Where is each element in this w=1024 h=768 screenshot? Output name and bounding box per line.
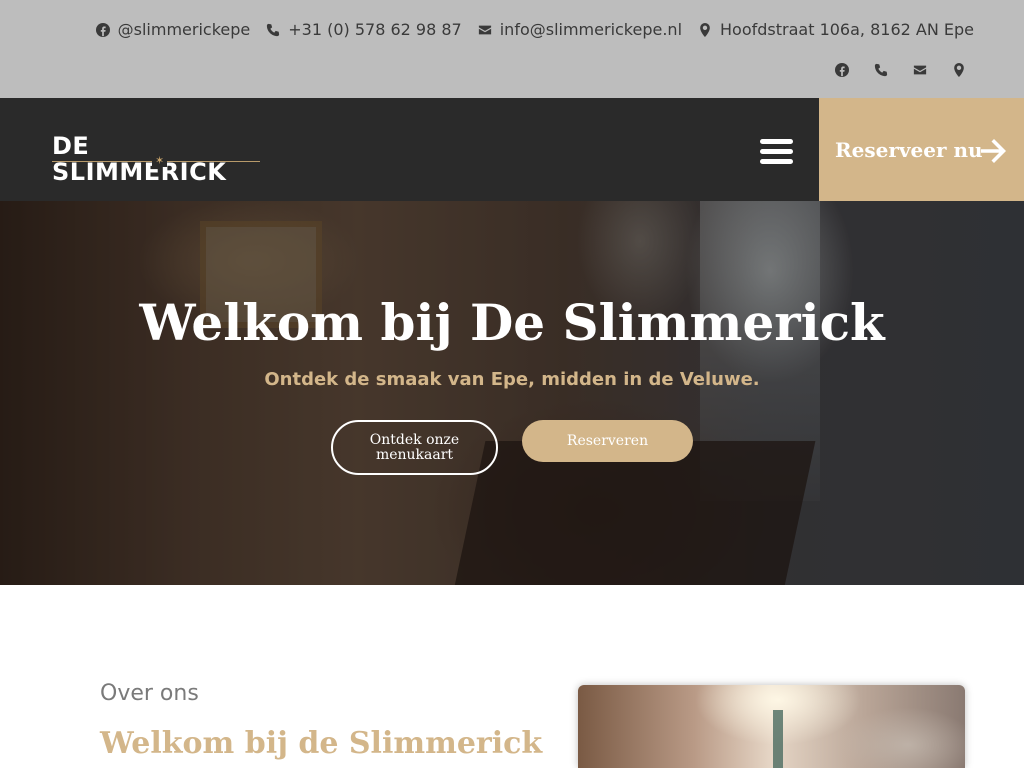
email-icon-button[interactable] bbox=[912, 62, 927, 77]
about-photo-post bbox=[773, 710, 783, 768]
menu-bar-icon bbox=[759, 138, 793, 144]
contact-info-row: @slimmerickepe +31 (0) 578 62 98 87 info… bbox=[95, 20, 974, 39]
hero-section: Welkom bij De Slimmerick Ontdek de smaak… bbox=[0, 201, 1024, 585]
about-photo bbox=[578, 685, 965, 768]
reserve-now-label: Reserveer nu bbox=[835, 137, 983, 162]
facebook-icon bbox=[834, 62, 849, 77]
menu-bar-icon bbox=[759, 148, 793, 154]
reserve-button[interactable]: Reserveren bbox=[522, 420, 693, 462]
hero-title: Welkom bij De Slimmerick bbox=[139, 293, 885, 352]
email-link[interactable]: info@slimmerickepe.nl bbox=[478, 20, 682, 39]
facebook-icon-button[interactable] bbox=[834, 62, 849, 77]
phone-icon-button[interactable] bbox=[873, 62, 888, 77]
envelope-icon bbox=[478, 25, 491, 34]
map-pin-icon bbox=[953, 62, 964, 77]
address-link[interactable]: Hoofdstraat 106a, 8162 AN Epe bbox=[698, 20, 974, 39]
hero-subtitle: Ontdek de smaak van Epe, midden in de Ve… bbox=[264, 369, 760, 390]
about-title: Welkom bij de Slimmerick bbox=[100, 726, 543, 761]
facebook-handle: @slimmerickepe bbox=[117, 20, 251, 39]
menu-button[interactable]: Ontdek onze menukaart bbox=[331, 420, 498, 475]
phone-link[interactable]: +31 (0) 578 62 98 87 bbox=[266, 20, 462, 39]
reserve-now-button[interactable]: Reserveer nu bbox=[819, 98, 1024, 201]
facebook-icon bbox=[95, 22, 110, 37]
top-info-bar: @slimmerickepe +31 (0) 578 62 98 87 info… bbox=[0, 0, 1024, 98]
menu-bar-icon bbox=[759, 158, 793, 164]
phone-number: +31 (0) 578 62 98 87 bbox=[288, 20, 462, 39]
phone-icon bbox=[874, 63, 887, 76]
phone-icon bbox=[267, 23, 280, 36]
map-pin-icon bbox=[700, 22, 710, 37]
contact-icon-row bbox=[834, 62, 966, 77]
hamburger-menu-button[interactable] bbox=[752, 128, 800, 174]
hero-overlay bbox=[0, 201, 1024, 585]
logo-star-icon: ✶ bbox=[152, 154, 168, 167]
site-logo[interactable]: DE SLIMMERICK ✶ bbox=[52, 133, 262, 185]
map-icon-button[interactable] bbox=[951, 62, 966, 77]
arrow-right-icon bbox=[981, 139, 1006, 163]
street-address: Hoofdstraat 106a, 8162 AN Epe bbox=[720, 20, 974, 39]
about-kicker: Over ons bbox=[100, 681, 199, 706]
email-address: info@slimmerickepe.nl bbox=[499, 20, 683, 39]
facebook-link[interactable]: @slimmerickepe bbox=[95, 20, 251, 39]
envelope-icon bbox=[913, 65, 926, 74]
